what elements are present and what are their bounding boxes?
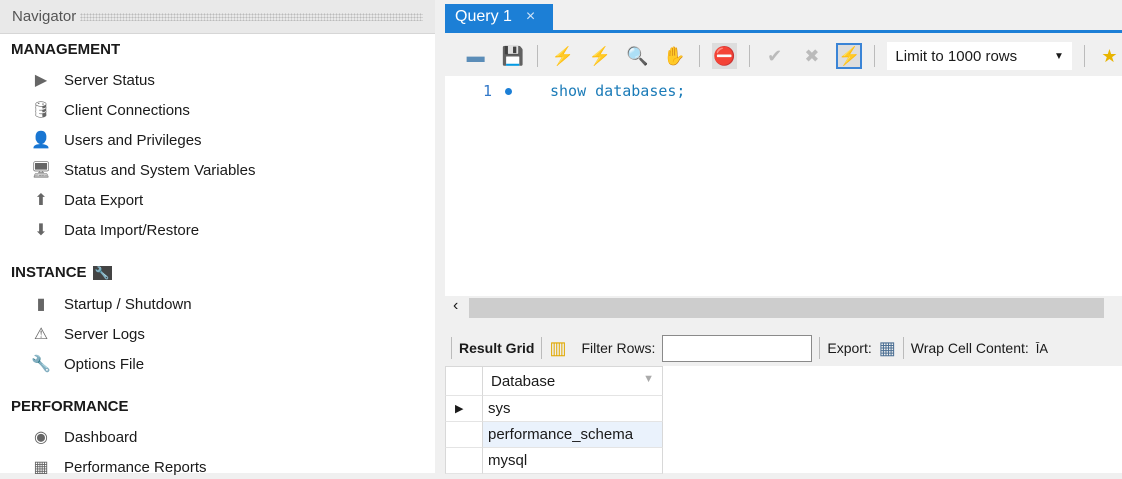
limit-rows-select[interactable]: Limit to 1000 rows ▼ <box>887 42 1072 70</box>
navigator-header: Navigator <box>0 0 435 34</box>
divider <box>451 337 452 359</box>
column-header-database[interactable]: Database ▼ <box>483 366 663 396</box>
stop-icon[interactable]: ✋ <box>662 43 687 69</box>
close-icon[interactable]: × <box>526 8 535 25</box>
row-header[interactable] <box>445 422 483 448</box>
open-folder-icon[interactable]: ▬ <box>463 43 488 69</box>
nav-options-file[interactable]: 🔧 Options File <box>30 352 144 376</box>
explain-icon[interactable]: 🔍 <box>625 43 650 69</box>
item-label: Options File <box>64 355 145 373</box>
nav-performance-reports[interactable]: ▦ Performance Reports <box>30 455 206 479</box>
scroll-left-icon[interactable]: ‹ <box>453 297 458 315</box>
scrollbar-thumb[interactable] <box>469 298 1104 318</box>
item-label: Server Status <box>64 71 155 89</box>
sort-arrow-icon: ▼ <box>643 373 654 385</box>
export-icon: ⬆ <box>34 192 48 209</box>
result-toolbar: Result Grid ▥ Filter Rows: Export: ▦ Wra… <box>445 334 1122 362</box>
section-label: INSTANCE <box>11 264 87 281</box>
result-grid: Database ▼ ▶ sys performance_schema mysql <box>445 366 1122 474</box>
nav-client-connections[interactable]: 🛢 Client Connections <box>30 98 190 122</box>
sql-toolbar: ▬ 💾 ⚡ ⚡ 🔍 ✋ ⛔ ✔ ✖ ⚡ Limit to 1000 rows ▼ … <box>445 36 1122 76</box>
sql-code[interactable]: show databases; <box>550 82 685 100</box>
statement-marker-icon <box>505 88 512 95</box>
filter-rows-label: Filter Rows: <box>581 340 656 356</box>
divider <box>749 45 751 67</box>
line-number: 1 <box>483 82 493 100</box>
item-label: Users and Privileges <box>64 131 202 149</box>
autocommit-icon[interactable]: ⚡ <box>836 43 863 69</box>
nav-users-privileges[interactable]: 👤 Users and Privileges <box>30 128 202 152</box>
limit-value: Limit to 1000 rows <box>895 47 1018 65</box>
nav-status-variables[interactable]: 🖥 Status and System Variables <box>30 158 256 182</box>
execute-current-icon[interactable]: ⚡ <box>587 43 612 69</box>
save-icon[interactable]: 💾 <box>500 43 525 69</box>
nav-dashboard[interactable]: ◉ Dashboard <box>30 425 137 449</box>
result-grid-button[interactable]: Result Grid <box>459 340 534 356</box>
commit-icon[interactable]: ✔ <box>762 43 787 69</box>
section-performance: PERFORMANCE <box>11 398 129 415</box>
warning-icon: ⚠ <box>33 326 49 343</box>
divider <box>819 337 821 359</box>
query-panel: Query 1 × ▬ 💾 ⚡ ⚡ 🔍 ✋ ⛔ ✔ ✖ ⚡ Limit to 10… <box>445 0 1122 474</box>
user-icon: 👤 <box>31 132 51 149</box>
drag-grip[interactable] <box>80 12 423 21</box>
divider <box>874 45 876 67</box>
item-label: Data Import/Restore <box>64 221 200 239</box>
item-label: Status and System Variables <box>64 161 256 179</box>
navigator-title: Navigator <box>12 8 77 25</box>
item-label: Client Connections <box>64 101 190 119</box>
stop-on-error-icon[interactable]: ⛔ <box>711 43 738 69</box>
monitor-icon: 🖥 <box>30 162 52 179</box>
section-management: MANAGEMENT <box>11 41 121 58</box>
filter-rows-input[interactable] <box>662 334 813 362</box>
play-icon: ▶ <box>34 72 48 89</box>
item-label: Startup / Shutdown <box>64 295 192 313</box>
traffic-light-icon: ▮ <box>36 296 46 313</box>
item-label: Server Logs <box>64 325 145 343</box>
nav-startup-shutdown[interactable]: ▮ Startup / Shutdown <box>30 292 192 316</box>
table-row[interactable]: performance_schema <box>483 422 663 448</box>
table-row[interactable]: sys <box>483 396 663 422</box>
dropdown-arrow-icon: ▼ <box>1053 50 1064 62</box>
tab-label: Query 1 <box>455 8 512 25</box>
import-icon: ⬇ <box>34 222 48 239</box>
export-icon[interactable]: ▦ <box>879 338 896 359</box>
horizontal-scrollbar[interactable]: ‹ <box>445 296 1122 320</box>
grid-columns-icon[interactable]: ▥ <box>549 338 566 359</box>
tab-query-1[interactable]: Query 1 × <box>445 4 553 33</box>
add-snippet-star-icon[interactable]: ★ <box>1097 43 1122 69</box>
reports-icon: ▦ <box>33 459 49 476</box>
execute-icon[interactable]: ⚡ <box>550 43 575 69</box>
wrench-icon: 🔧 <box>31 356 51 373</box>
table-row[interactable]: mysql <box>483 448 663 474</box>
nav-data-import[interactable]: ⬇ Data Import/Restore <box>30 218 199 242</box>
row-selector-icon[interactable]: ▶ <box>445 396 483 422</box>
divider <box>541 337 543 359</box>
nav-server-logs[interactable]: ⚠ Server Logs <box>30 322 145 346</box>
export-label: Export: <box>827 340 872 356</box>
nav-data-export[interactable]: ⬆ Data Export <box>30 188 143 212</box>
divider <box>902 337 904 359</box>
wrap-text-icon[interactable]: ĪA <box>1036 341 1048 356</box>
column-label: Database <box>491 373 556 390</box>
gauge-icon: ◉ <box>34 429 48 446</box>
nav-server-status[interactable]: ▶ Server Status <box>30 68 155 92</box>
rollback-icon[interactable]: ✖ <box>799 43 824 69</box>
database-icon: 🛢 <box>30 102 52 119</box>
row-header[interactable] <box>445 448 483 474</box>
section-instance: INSTANCE 🔧 <box>11 264 112 281</box>
divider <box>537 45 539 67</box>
divider <box>1083 45 1085 67</box>
item-label: Data Export <box>64 191 144 209</box>
item-label: Dashboard <box>64 428 138 446</box>
divider <box>699 45 700 67</box>
wrench-icon: 🔧 <box>92 265 112 280</box>
wrap-cell-label: Wrap Cell Content: <box>910 340 1029 356</box>
navigator-panel: Navigator MANAGEMENT ▶ Server Status 🛢 Cli… <box>0 0 435 476</box>
corner-cell <box>445 366 483 396</box>
sql-editor[interactable]: 1 show databases; <box>445 76 1122 296</box>
